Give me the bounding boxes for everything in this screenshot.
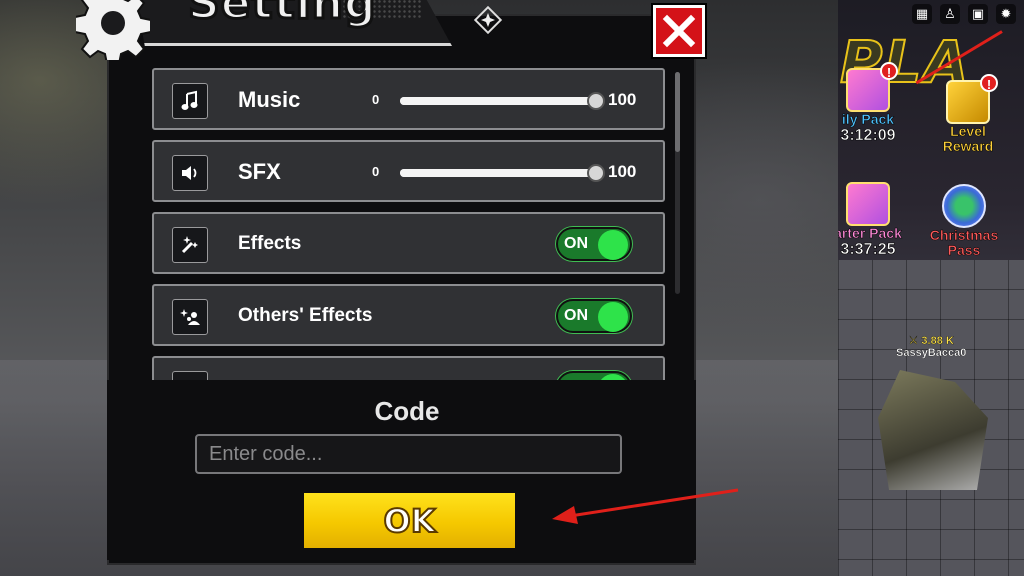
annotation-arrow-to-ok: [552, 488, 739, 524]
sparkle-person-icon: [172, 299, 208, 335]
gift-box-icon: !: [846, 62, 898, 112]
partial-toggle[interactable]: ON: [556, 371, 632, 380]
settings-scrollbar[interactable]: [675, 72, 680, 294]
setting-row-effects: Effects ON: [152, 212, 665, 274]
settings-gear-icon[interactable]: ✹: [996, 4, 1016, 24]
player-nametag: ⚔ 3.88 K SassyBacca0: [896, 334, 967, 359]
promo-timer: 3:12:09: [840, 127, 896, 145]
effects-toggle[interactable]: ON: [556, 227, 632, 261]
magic-wand-icon: [172, 227, 208, 263]
promo-label: ily Pack: [841, 111, 895, 127]
setting-label: Others' Effects: [238, 305, 373, 326]
slider-knob[interactable]: [587, 164, 605, 182]
promo-timer: 3:37:25: [840, 241, 896, 259]
speaker-icon: [172, 155, 208, 191]
toggle-knob: [598, 230, 628, 260]
sfx-volume-slider[interactable]: [400, 164, 605, 182]
calendar-icon[interactable]: ▦: [912, 4, 932, 24]
others-effects-toggle[interactable]: ON: [556, 299, 632, 333]
setting-row-partial: ON: [152, 356, 665, 380]
ok-button[interactable]: OK: [304, 493, 515, 548]
daily-pack-promo[interactable]: ! ily Pack 3:12:09: [838, 62, 904, 145]
slider-knob[interactable]: [587, 92, 605, 110]
slider-min: 0: [372, 164, 380, 179]
code-redeem-section: Code OK: [107, 380, 696, 560]
close-icon: [662, 14, 696, 48]
slider-fill: [400, 97, 596, 105]
promo-label: arter Pack: [838, 225, 902, 241]
gift-box-icon: [846, 182, 890, 226]
profile-icon[interactable]: ♙: [940, 4, 960, 24]
code-input[interactable]: [195, 434, 622, 474]
settings-list[interactable]: Music 0 100 SFX 0 100 Effects ON Others'…: [152, 66, 672, 380]
player-name: SassyBacca0: [896, 347, 967, 359]
reward-ticket-icon: !: [946, 74, 998, 124]
burst-icon: [172, 371, 208, 380]
toggle-state: ON: [564, 235, 588, 252]
slider-fill: [400, 169, 596, 177]
player-power: ⚔ 3.88 K: [908, 335, 954, 347]
christmas-badge-icon: [942, 184, 986, 228]
setting-label: Effects: [238, 233, 302, 254]
setting-row-music: Music 0 100: [152, 68, 665, 130]
slider-max: 100: [608, 162, 637, 181]
close-button[interactable]: [651, 3, 707, 59]
diamond-ornament-icon: [474, 6, 502, 34]
toggle-state: ON: [564, 307, 588, 324]
page-title: Setting: [187, 0, 377, 31]
alert-icon: !: [880, 62, 898, 80]
setting-row-others-effects: Others' Effects ON: [152, 284, 665, 346]
gear-icon: [76, 0, 150, 60]
christmas-pass-promo[interactable]: Christmas Pass: [924, 184, 1004, 258]
scroll-thumb[interactable]: [675, 72, 680, 152]
starter-pack-promo[interactable]: arter Pack 3:37:25: [838, 182, 904, 259]
setting-row-sfx: SFX 0 100: [152, 140, 665, 202]
slider-max: 100: [608, 90, 637, 109]
hud-top-icons: ▦ ♙ ▣ ✹: [912, 4, 1016, 24]
promo-label: Christmas Pass: [929, 227, 999, 258]
music-note-icon: [172, 83, 208, 119]
music-volume-slider[interactable]: [400, 92, 605, 110]
game-viewport: PLA ▦ ♙ ▣ ✹ ! ily Pack 3:12:09 ! Level R…: [838, 0, 1024, 576]
promo-label: Level Reward: [942, 123, 994, 154]
setting-label: Music: [238, 87, 301, 112]
toggle-knob: [598, 302, 628, 332]
level-reward-promo[interactable]: ! Level Reward: [928, 74, 1008, 154]
code-title: Code: [374, 396, 440, 426]
alert-icon: !: [980, 74, 998, 92]
setting-label: SFX: [238, 159, 281, 184]
inventory-icon[interactable]: ▣: [968, 4, 988, 24]
slider-min: 0: [372, 92, 380, 107]
